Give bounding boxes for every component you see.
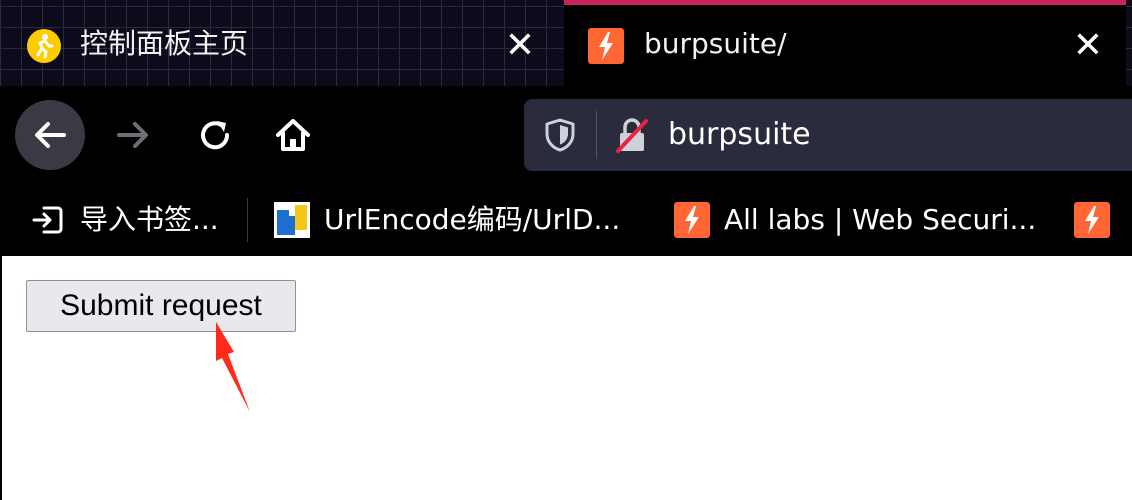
address-divider bbox=[596, 111, 597, 159]
reload-icon bbox=[201, 121, 230, 150]
tab-title: 控制面板主页 bbox=[80, 27, 249, 60]
tab-burpsuite[interactable]: burpsuite/ ✕ bbox=[564, 0, 1126, 86]
close-icon[interactable]: ✕ bbox=[1070, 28, 1106, 64]
burp-bolt-icon bbox=[588, 28, 624, 64]
burp-bolt-icon bbox=[1074, 202, 1110, 238]
reload-button[interactable] bbox=[180, 100, 250, 170]
tab-title: burpsuite/ bbox=[644, 27, 787, 60]
navigation-toolbar: burpsuite bbox=[0, 86, 1132, 184]
bookmark-separator bbox=[247, 198, 248, 242]
forward-arrow-icon bbox=[117, 122, 148, 148]
bookmark-label: All labs | Web Securi... bbox=[724, 203, 1037, 236]
forward-button[interactable] bbox=[98, 100, 168, 170]
insecure-lock-icon[interactable] bbox=[612, 115, 652, 155]
home-icon bbox=[276, 119, 310, 151]
bookmark-urlencode[interactable]: UrlEncode编码/UrlD... bbox=[274, 184, 620, 256]
url-text[interactable]: burpsuite bbox=[668, 115, 811, 155]
bookmark-label: UrlEncode编码/UrlD... bbox=[324, 203, 621, 236]
burp-bolt-icon bbox=[674, 202, 710, 238]
bookmark-label: 导入书签... bbox=[80, 203, 219, 236]
home-button[interactable] bbox=[258, 100, 328, 170]
urlencode-icon bbox=[274, 202, 310, 238]
address-bar[interactable]: burpsuite bbox=[524, 99, 1132, 171]
back-arrow-icon bbox=[35, 122, 66, 148]
runner-icon bbox=[27, 29, 61, 63]
annotation-arrow-icon bbox=[216, 322, 250, 412]
tab-strip: 控制面板主页 ✕ burpsuite/ ✕ bbox=[0, 0, 1132, 86]
page-content: Submit request bbox=[0, 256, 1132, 500]
bookmarks-toolbar: 导入书签... UrlEncode编码/UrlD... All labs | W… bbox=[0, 184, 1132, 256]
import-icon bbox=[32, 206, 63, 234]
shield-icon[interactable] bbox=[542, 117, 578, 153]
bookmark-all-labs[interactable]: All labs | Web Securi... bbox=[674, 184, 1036, 256]
bookmark-import[interactable]: 导入书签... bbox=[30, 184, 219, 256]
bookmark-burp[interactable] bbox=[1074, 184, 1124, 256]
close-icon[interactable]: ✕ bbox=[502, 28, 538, 64]
back-button[interactable] bbox=[15, 100, 85, 170]
tab-control-panel[interactable]: 控制面板主页 ✕ bbox=[0, 0, 560, 86]
